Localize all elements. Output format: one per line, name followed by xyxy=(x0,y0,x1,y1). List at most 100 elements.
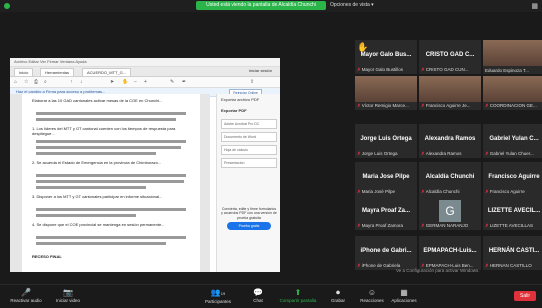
participant-name: Gabriel Yulan C... xyxy=(489,136,539,143)
share-screen-button[interactable]: ⬆ Compartir pantalla xyxy=(278,288,318,303)
export-option[interactable]: Hoja de cálculo xyxy=(221,145,277,155)
participants-button[interactable]: 👥19 Participantes xyxy=(198,288,238,304)
muted-mic-icon: ✗ xyxy=(421,67,425,72)
view-options-menu[interactable]: Opciones de vista ▾ xyxy=(330,1,374,10)
export-option[interactable]: Presentación xyxy=(221,158,277,168)
participant-label-text: CRISTO GAD CUN... xyxy=(425,67,469,72)
muted-mic-icon: ✗ xyxy=(485,223,489,228)
participant-tile[interactable]: Jorge Luis Ortega ✗Jorge Luis Ortega xyxy=(355,124,417,158)
participant-tile[interactable]: iPhone de Gabri... ✗iPhone de Gabriela xyxy=(355,236,417,270)
export-option[interactable]: Documento de Word xyxy=(221,132,277,142)
participant-label: ✗GERMAN NARANJO xyxy=(421,223,468,229)
doc-paragraph: 4. Se dispone que el COE provincial se m… xyxy=(32,222,165,227)
doc-heading: RECESO FINAL xyxy=(32,254,62,259)
comment-icon[interactable]: ✎ xyxy=(170,79,174,85)
participant-tile[interactable]: Alcaldía Chunchi ✗Alcaldía Chunchi xyxy=(419,162,481,196)
shared-screen: Archivo Editar Ver Firmar Ventana Ayuda … xyxy=(10,58,280,272)
export-label: Exportar PDF xyxy=(221,108,247,113)
home-icon[interactable]: ⌂ xyxy=(14,79,17,85)
sign-icon[interactable]: ✒ xyxy=(182,79,186,85)
leave-button[interactable]: Salir xyxy=(514,291,536,301)
participant-tile[interactable]: Gabriel Yulan C... ✗Gabriel Yulan Chuer..… xyxy=(483,124,542,158)
participant-tile[interactable]: Alexandra Ramos ✗Alexandra Ramos xyxy=(419,124,481,158)
acrobat-tabs: Inicio Herramientas ACUERDO_MTT_G... Ini… xyxy=(10,67,280,77)
participant-tile[interactable]: ✗Francisco Aguirre Je... xyxy=(419,76,481,110)
trial-button[interactable]: Prueba gratis xyxy=(227,222,271,230)
tab-herramientas[interactable]: Herramientas xyxy=(40,68,75,76)
participant-label-text: Alexandra Ramos xyxy=(425,151,462,156)
zoom-in-icon[interactable]: + xyxy=(144,79,147,85)
participant-tile[interactable]: LIZETTE AVECIL... ✗LIZETTE AVECILLAS xyxy=(483,196,542,230)
chat-button[interactable]: 💬 Chat xyxy=(238,288,278,303)
muted-mic-icon: ✗ xyxy=(485,151,489,156)
muted-mic-icon: ✗ xyxy=(357,67,361,72)
apps-button[interactable]: ▦ Aplicaciones xyxy=(384,288,424,303)
doc-paragraph: Elaborar a las 10 GAD cantonales activar… xyxy=(32,98,163,103)
print-icon[interactable]: ⎙ xyxy=(34,79,38,85)
muted-mic-icon: ✗ xyxy=(485,189,489,194)
zoom-out-icon[interactable]: − xyxy=(134,79,137,85)
screen-share-banner[interactable]: Usted está viendo la pantalla de Alcaldí… xyxy=(196,1,326,10)
participant-label: ✗Francisco Aguirre Je... xyxy=(421,103,471,109)
tab-inicio[interactable]: Inicio xyxy=(14,68,34,76)
muted-mic-icon: ✗ xyxy=(357,223,361,228)
chat-icon: 💬 xyxy=(253,288,263,297)
security-shield-icon[interactable] xyxy=(4,3,10,9)
participant-tile[interactable]: EPMAPACH-Luis... ✗EPMAPACH-Luis Ben... xyxy=(419,236,481,270)
participant-tile[interactable]: Maria Jose Pilpe ✗Maria José Pilpe xyxy=(355,162,417,196)
hand-tool-icon[interactable]: ✋ xyxy=(122,79,128,85)
tab-document[interactable]: ACUERDO_MTT_G... xyxy=(82,68,132,76)
participants-label: Participantes xyxy=(204,299,231,304)
next-page-icon[interactable]: ↓ xyxy=(80,79,83,85)
export-option[interactable]: Adobe Acrobat Pro DC xyxy=(221,119,277,129)
participant-name: iPhone de Gabri... xyxy=(360,248,412,255)
signin-button[interactable]: Iniciar sesión xyxy=(249,68,272,73)
participant-label: ✗CRISTO GAD CUN... xyxy=(421,67,468,73)
participant-label: ✗Maria José Pilpe xyxy=(357,189,395,195)
participant-label: Eduardo Espinoza T... xyxy=(485,68,529,73)
participant-label-text: Alcaldía Chunchi xyxy=(425,189,460,194)
participant-tile[interactable]: CRISTO GAD C... ✗CRISTO GAD CUN... xyxy=(419,40,481,74)
star-icon[interactable]: ☆ xyxy=(24,79,28,85)
participant-tile[interactable]: Mayra Proaf Za... ✗Mayra Proaf Zamora xyxy=(355,196,417,230)
cursor-icon[interactable]: ➤ xyxy=(110,79,114,85)
muted-mic-icon: ✗ xyxy=(357,151,361,156)
participant-name: Alexandra Ramos xyxy=(424,136,476,143)
start-video-button[interactable]: 📷 Iniciar video xyxy=(48,288,88,303)
participant-label: ✗Víctor Remigio Marce... xyxy=(357,103,409,109)
panel-title: Exportar archivo PDF xyxy=(221,97,260,102)
reactions-label: Reacciones xyxy=(360,298,384,303)
participant-video xyxy=(355,76,417,102)
participants-icon: 👥19 xyxy=(210,288,226,297)
participant-tile[interactable]: ✗COORDINACION GE... xyxy=(483,76,542,110)
participant-label-text: Mayor Galo Bustillos xyxy=(361,67,404,72)
camera-off-icon: 📷 xyxy=(63,288,73,297)
unmute-button[interactable]: 🎤 Reactivar audio xyxy=(6,288,46,303)
top-bar: Usted está viendo la pantalla de Alcaldí… xyxy=(0,0,542,12)
participant-tile[interactable]: Francisco Aguirre ✗Francisco Aguirre xyxy=(483,162,542,196)
share-screen-icon: ⬆ xyxy=(294,288,302,297)
apps-label: Aplicaciones xyxy=(391,298,417,303)
gallery-view-icon[interactable]: ▦ xyxy=(531,2,538,10)
record-label: Grabar xyxy=(330,298,345,303)
participant-label-text: Jorge Luis Ortega xyxy=(361,151,398,156)
apps-icon: ▦ xyxy=(400,288,408,297)
participant-label-text: iPhone de Gabriela xyxy=(361,263,401,268)
document-viewer[interactable]: Elaborar a las 10 GAD cantonales activar… xyxy=(10,94,210,272)
search-icon[interactable]: ⌕ xyxy=(44,79,47,85)
document-page: Elaborar a las 10 GAD cantonales activar… xyxy=(22,94,200,272)
participant-tile[interactable]: G ✗GERMAN NARANJO xyxy=(419,196,481,230)
prev-page-icon[interactable]: ↑ xyxy=(70,79,73,85)
participant-name: Francisco Aguirre xyxy=(488,174,540,181)
share-icon[interactable]: ⇪ xyxy=(250,79,254,85)
participant-tile[interactable]: HERNÁN CASTI... ✗HERNAN CASTILLO xyxy=(483,236,542,270)
muted-mic-icon: ✗ xyxy=(485,103,489,108)
muted-mic-icon: ✗ xyxy=(485,263,489,268)
participant-label-text: Maria José Pilpe xyxy=(361,189,396,194)
muted-mic-icon: ✗ xyxy=(421,223,425,228)
participant-label-text: Gabriel Yulan Chuer... xyxy=(489,151,534,156)
meeting-controls-bar: 🎤 Reactivar audio 📷 Iniciar video 👥19 Pa… xyxy=(0,284,542,308)
participant-tile[interactable]: Eduardo Espinoza T... xyxy=(483,40,542,74)
muted-mic-icon: ✗ xyxy=(421,151,425,156)
participant-tile[interactable]: ✗Víctor Remigio Marce... xyxy=(355,76,417,110)
